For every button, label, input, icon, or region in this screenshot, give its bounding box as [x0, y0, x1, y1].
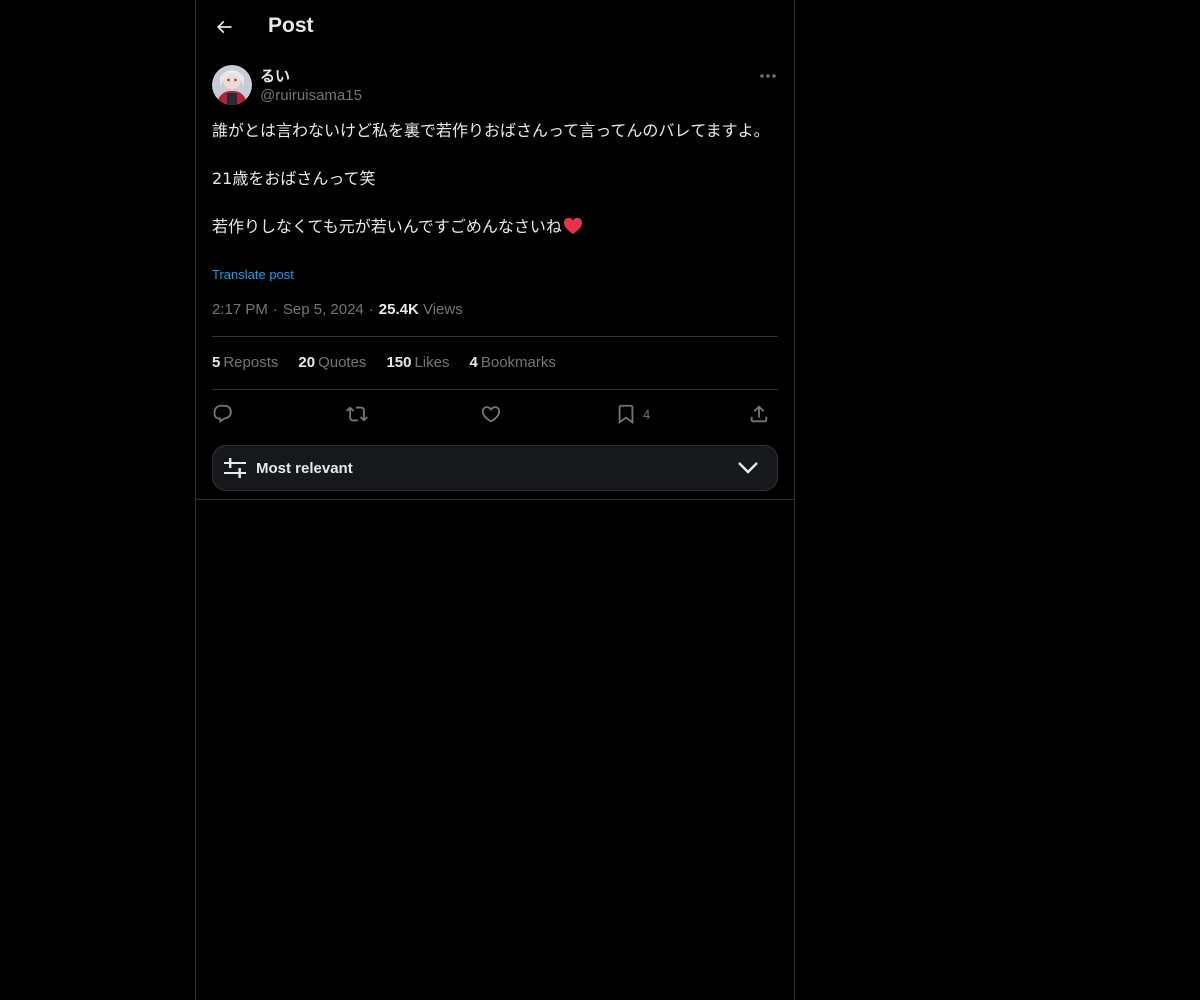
share-button[interactable] — [748, 400, 770, 428]
bookmark-button[interactable]: 4 — [615, 400, 650, 428]
back-button[interactable] — [208, 11, 240, 43]
stat-likes[interactable]: 150 Likes — [386, 354, 449, 371]
views-count: 25.4K — [378, 301, 419, 318]
post-date[interactable]: Sep 5, 2024 — [283, 301, 364, 318]
red-heart-emoji — [563, 217, 583, 242]
post-stats: 5 Reposts 20 Quotes 150 Likes 4 Bookmarks — [212, 354, 556, 371]
author-handle[interactable]: @ruiruisama15 — [260, 87, 362, 104]
reply-sort-dropdown[interactable]: Most relevant — [212, 445, 778, 491]
more-options-button[interactable] — [756, 66, 780, 86]
post-line-2: 21歳をおばさんって笑 — [212, 169, 376, 188]
post-line-3: 若作りしなくても元が若いんですごめんなさいね — [212, 217, 562, 236]
post-actions: 4 — [212, 400, 778, 428]
translate-post-link[interactable]: Translate post — [212, 267, 294, 282]
post-text: 誰がとは言わないけど私を裏で若作りおばさんって言ってんのバレてますよ。 21歳を… — [212, 119, 778, 242]
stat-quotes[interactable]: 20 Quotes — [298, 354, 366, 371]
bookmark-icon — [618, 404, 634, 425]
arrow-left-icon — [216, 20, 232, 34]
sort-label: Most relevant — [256, 460, 353, 477]
divider — [212, 389, 778, 390]
author-display-name[interactable]: るい — [260, 65, 290, 86]
more-horizontal-icon — [760, 74, 776, 78]
heart-icon — [481, 406, 501, 423]
repost-icon — [346, 406, 368, 422]
post-line-1: 誰がとは言わないけど私を裏で若作りおばさんって言ってんのバレてますよ。 — [212, 121, 770, 140]
user-avatar[interactable] — [212, 65, 252, 105]
views-label: Views — [422, 301, 463, 318]
main-column: Post るい @ruiruisama15 誰がとは言わないけど私を裏で若作りお… — [195, 0, 795, 1000]
divider — [212, 336, 778, 337]
avatar-image — [212, 65, 252, 105]
page-header: Post — [196, 0, 794, 54]
bookmark-count: 4 — [643, 406, 651, 422]
divider — [196, 499, 794, 500]
stat-reposts[interactable]: 5 Reposts — [212, 354, 278, 371]
reply-icon — [213, 404, 232, 423]
post-time[interactable]: 2:17 PM — [212, 301, 268, 318]
share-icon — [750, 405, 768, 423]
sliders-icon — [224, 458, 246, 478]
repost-button[interactable] — [346, 400, 368, 428]
page-title: Post — [268, 14, 314, 37]
like-button[interactable] — [480, 400, 502, 428]
chevron-down-icon — [738, 462, 758, 474]
reply-button[interactable] — [212, 400, 234, 428]
stat-bookmarks[interactable]: 4 Bookmarks — [470, 354, 556, 371]
post-meta: 2:17 PM · Sep 5, 2024 · 25.4K Views — [212, 301, 463, 318]
post-line-3-wrap: 若作りしなくても元が若いんですごめんなさいね — [212, 215, 778, 242]
